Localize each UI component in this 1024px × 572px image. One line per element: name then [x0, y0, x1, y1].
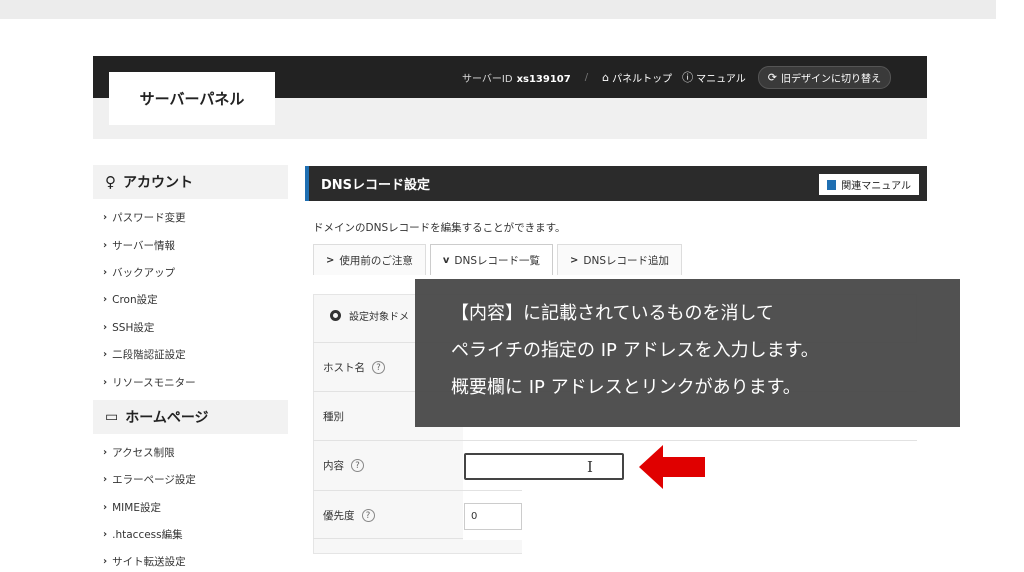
tab-label: DNSレコード一覧	[454, 254, 541, 267]
window-icon: ▭	[105, 408, 119, 425]
refresh-icon: ⟳	[767, 70, 777, 84]
sidebar-item-mime[interactable]: › MIME設定	[93, 494, 288, 521]
caption-line-2: ペライチの指定の IP アドレスを入力します。	[451, 340, 819, 361]
sidebar-item-server-info[interactable]: › サーバー情報	[93, 231, 288, 258]
sidebar-item-label: アクセス制限	[112, 446, 175, 459]
sidebar-item-cron[interactable]: › Cron設定	[93, 286, 288, 313]
question-icon[interactable]: ?	[372, 361, 385, 374]
content-label-text: 内容	[323, 460, 344, 472]
manual-link[interactable]: ⓘ マニュアル	[682, 70, 746, 85]
page-title-bar: DNSレコード設定 関連マニュアル	[305, 166, 927, 201]
screen: サーバーパネル サーバーID xs139107 / ⌂ パネルトップ ⓘ マニュア…	[0, 0, 1024, 572]
chevron-right-icon: ›	[103, 529, 108, 541]
caption-overlay: 【内容】に記載されているものを消して ペライチの指定の IP アドレスを入力しま…	[415, 279, 960, 427]
sidebar-item-site-redirect[interactable]: › サイト転送設定	[93, 548, 288, 572]
target-domain-label: 設定対象ドメ	[349, 312, 409, 323]
question-icon[interactable]: ?	[361, 509, 375, 522]
header-nav: サーバーID xs139107 / ⌂ パネルトップ ⓘ マニュアル ⟳ 旧デザイ…	[462, 65, 891, 89]
text-cursor-icon: I	[587, 458, 593, 476]
panel-top-label: パネルトップ	[612, 73, 673, 85]
content-label: 内容?	[323, 441, 453, 490]
question-icon[interactable]: ?	[351, 459, 364, 472]
chevron-right-icon: ›	[103, 294, 108, 306]
sidebar-item-label: サーバー情報	[112, 239, 176, 252]
chevron-right-icon: ›	[103, 501, 108, 513]
sidebar-item-error-page[interactable]: › エラーページ設定	[93, 466, 288, 493]
sidebar-item-label: Cron設定	[112, 294, 158, 307]
homepage-heading-label: ホームページ	[125, 409, 209, 426]
tab-dns-record-add[interactable]: > DNSレコード追加	[557, 244, 683, 275]
panel-top-link[interactable]: ⌂ パネルトップ	[602, 70, 672, 85]
page-title: DNSレコード設定	[321, 178, 431, 193]
chevron-right-icon: ›	[103, 446, 108, 458]
host-label-text: ホスト名	[323, 362, 365, 374]
tab-dns-record-list[interactable]: v DNSレコード一覧	[429, 244, 554, 275]
sidebar-item-htaccess[interactable]: › .htaccess編集	[93, 521, 288, 548]
server-panel-logo[interactable]: サーバーパネル	[109, 72, 275, 125]
server-id-value: xs139107	[516, 73, 571, 85]
home-icon: ⌂	[602, 70, 610, 84]
chevron-right-icon: >	[326, 254, 335, 266]
tab-precautions[interactable]: > 使用前のご注意	[313, 244, 426, 275]
sidebar-item-access-restriction[interactable]: › アクセス制限	[93, 439, 288, 466]
sidebar-item-2fa[interactable]: › 二段階認証設定	[93, 341, 288, 368]
help-circle-icon: ⓘ	[682, 70, 694, 84]
manual-label: マニュアル	[696, 73, 746, 85]
chevron-right-icon: ›	[103, 556, 108, 568]
book-icon	[827, 179, 837, 190]
server-id-label: サーバーID	[462, 73, 513, 85]
page-description: ドメインのDNSレコードを編集することができます。	[313, 222, 566, 234]
server-id: サーバーID xs139107	[462, 70, 571, 85]
caption-line-3: 概要欄に IP アドレスとリンクがあります。	[451, 377, 801, 398]
priority-label-text: 優先度	[323, 510, 355, 522]
switch-design-button[interactable]: ⟳ 旧デザインに切り替え	[757, 65, 891, 89]
content-input[interactable]	[464, 453, 624, 480]
sidebar-item-backup[interactable]: › バックアップ	[93, 259, 288, 286]
related-manual-label: 関連マニュアル	[841, 181, 911, 192]
chevron-right-icon: ›	[103, 321, 108, 333]
caption-line-1: 【内容】に記載されているものを消して	[451, 303, 774, 324]
tab-bar: > 使用前のご注意 v DNSレコード一覧 > DNSレコード追加	[313, 244, 683, 275]
switch-design-label: 旧デザインに切り替え	[781, 73, 881, 85]
nav-separator: /	[584, 71, 589, 83]
chevron-right-icon: ›	[103, 349, 108, 361]
tab-label: 使用前のご注意	[339, 254, 413, 267]
sidebar-item-label: バックアップ	[112, 266, 176, 279]
type-label-text: 種別	[323, 411, 344, 423]
sidebar-item-resource-monitor[interactable]: › リソースモニター	[93, 368, 288, 395]
red-arrow-icon	[639, 445, 705, 489]
sidebar-item-label: MIME設定	[112, 501, 161, 514]
priority-label: 優先度?	[323, 491, 453, 540]
chevron-right-icon: ›	[103, 212, 108, 224]
chevron-right-icon: ›	[103, 376, 108, 388]
user-icon: ♀	[105, 172, 116, 191]
sidebar-item-label: パスワード変更	[112, 212, 186, 225]
chevron-right-icon: >	[570, 254, 579, 266]
chevron-right-icon: ›	[103, 239, 108, 251]
chevron-down-icon: v	[442, 254, 450, 266]
sidebar-item-ssh[interactable]: › SSH設定	[93, 314, 288, 341]
sidebar-item-label: SSH設定	[112, 321, 155, 334]
browser-top-strip	[0, 0, 996, 19]
sidebar-item-label: リソースモニター	[112, 376, 196, 389]
tab-label: DNSレコード追加	[583, 254, 670, 267]
sidebar-item-label: 二段階認証設定	[112, 349, 186, 362]
sidebar-heading-account: ♀ アカウント	[93, 165, 288, 199]
sidebar-item-label: エラーページ設定	[112, 474, 196, 487]
priority-input[interactable]: 0	[464, 503, 522, 530]
sidebar-heading-homepage: ▭ ホームページ	[93, 399, 288, 434]
sidebar: ♀ アカウント › パスワード変更 › サーバー情報 › バックアップ › Cron設定…	[93, 165, 288, 572]
radio-ring-icon	[330, 310, 341, 321]
chevron-right-icon: ›	[103, 474, 108, 486]
account-heading-label: アカウント	[123, 175, 193, 191]
blank-area	[522, 490, 1024, 572]
sidebar-item-password[interactable]: › パスワード変更	[93, 204, 288, 231]
chevron-right-icon: ›	[103, 266, 108, 278]
sidebar-item-label: サイト転送設定	[112, 556, 186, 569]
related-manual-button[interactable]: 関連マニュアル	[819, 174, 919, 195]
sidebar-item-label: .htaccess編集	[112, 529, 183, 542]
